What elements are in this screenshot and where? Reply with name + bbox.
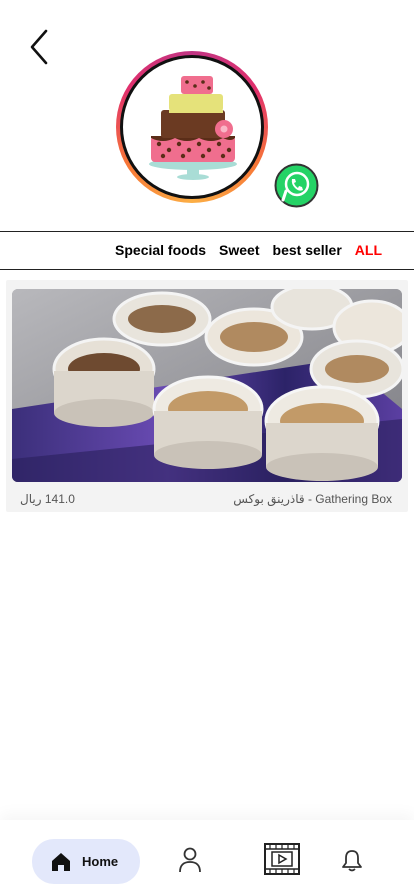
nav-home-button[interactable]: Home: [32, 839, 140, 884]
tab-all[interactable]: ALL: [355, 242, 382, 258]
video-icon: [264, 843, 300, 875]
bell-icon: [342, 850, 362, 872]
whatsapp-button[interactable]: [273, 162, 320, 209]
product-price: 141.0 ريال: [20, 492, 75, 506]
home-icon: [52, 852, 70, 871]
chevron-left-icon: [30, 29, 48, 65]
nav-home-label: Home: [82, 854, 119, 869]
back-button[interactable]: [26, 27, 56, 67]
dessert-cups-photo: [12, 289, 402, 482]
whatsapp-icon: [274, 163, 319, 208]
divider: [0, 269, 414, 270]
tab-special-foods[interactable]: Special foods: [115, 242, 206, 258]
nav-profile-button[interactable]: [178, 847, 202, 878]
tab-best-seller[interactable]: best seller: [273, 242, 342, 258]
product-name: قاذرينق بوكس - Gathering Box: [233, 492, 392, 506]
nav-notifications-button[interactable]: [341, 848, 363, 877]
category-tabs: Special foods Sweet best seller ALL: [115, 232, 382, 268]
tab-sweet[interactable]: Sweet: [219, 242, 259, 258]
cake-logo: [149, 76, 237, 180]
nav-video-button[interactable]: [264, 843, 300, 880]
store-logo: [116, 51, 268, 203]
bottom-nav: Home: [0, 820, 414, 895]
product-card[interactable]: 141.0 ريال قاذرينق بوكس - Gathering Box: [6, 280, 408, 512]
user-icon: [179, 847, 201, 873]
product-image: [12, 289, 402, 482]
